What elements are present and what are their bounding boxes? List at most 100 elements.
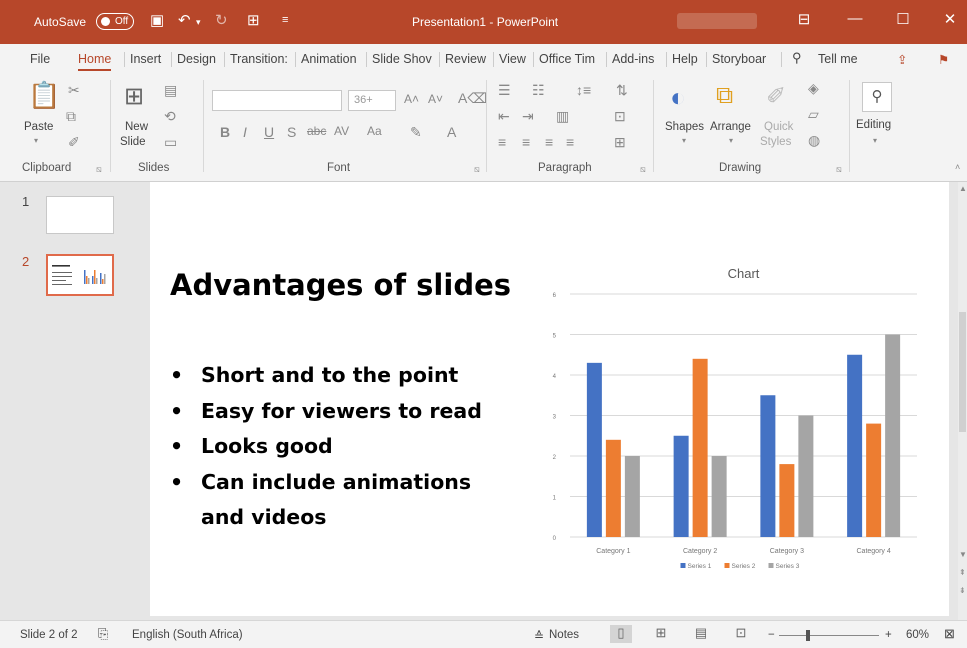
tab-file[interactable]: File: [30, 52, 50, 66]
shapes-icon[interactable]: ◐: [670, 82, 686, 113]
minimize-icon[interactable]: —: [845, 10, 865, 27]
font-size-input[interactable]: 36+: [348, 90, 396, 111]
tab-animations[interactable]: Animation: [301, 52, 357, 66]
tab-slide-show[interactable]: Slide Shov: [372, 52, 432, 66]
bullets-icon[interactable]: ☰: [498, 82, 511, 99]
scrollbar-thumb[interactable]: [959, 312, 966, 432]
tab-transitions[interactable]: Transition:: [230, 52, 288, 66]
shape-fill-icon[interactable]: ◈: [808, 80, 819, 97]
change-case-icon[interactable]: Aa: [367, 124, 382, 138]
text-direction-icon[interactable]: ⇅: [616, 82, 628, 99]
increase-font-icon[interactable]: A˄: [404, 92, 419, 106]
undo-icon[interactable]: ↶: [178, 11, 191, 29]
layout-icon[interactable]: ▤: [164, 82, 177, 99]
bar-chart[interactable]: Chart 0 1 2 3 4 5 6 Category 1 Category 2 Category…: [542, 260, 932, 590]
align-left-icon[interactable]: ≡: [498, 134, 506, 150]
cut-icon[interactable]: ✂: [68, 82, 80, 99]
fit-to-window-icon[interactable]: ⊠: [944, 626, 955, 642]
language-indicator[interactable]: English (South Africa): [132, 629, 243, 641]
new-slide-label-2[interactable]: Slide: [120, 135, 146, 149]
normal-view-icon[interactable]: ▯: [610, 625, 632, 643]
paragraph-dialog-launcher-icon[interactable]: ⧅: [640, 164, 646, 175]
section-icon[interactable]: ▭: [164, 134, 177, 151]
maximize-icon[interactable]: ☐: [893, 10, 913, 28]
arrange-dropdown-icon[interactable]: ▾: [729, 136, 733, 145]
tab-add-ins[interactable]: Add-ins: [612, 52, 654, 66]
tab-help[interactable]: Help: [672, 52, 698, 66]
close-icon[interactable]: ✕: [940, 10, 960, 28]
scroll-up-icon[interactable]: ▲: [959, 184, 967, 193]
line-spacing-icon[interactable]: ↕≡: [576, 82, 591, 98]
copy-icon[interactable]: ⧉: [66, 108, 76, 125]
quick-styles-label-2[interactable]: Styles: [760, 135, 791, 149]
font-dialog-launcher-icon[interactable]: ⧅: [474, 164, 480, 175]
autosave-toggle[interactable]: Off: [96, 13, 134, 30]
slide-thumbnail-1[interactable]: [46, 196, 114, 234]
increase-indent-icon[interactable]: ⇥: [522, 108, 534, 125]
customize-qat-icon[interactable]: ≡: [282, 14, 288, 26]
clipboard-dialog-launcher-icon[interactable]: ⧅: [96, 164, 102, 175]
shapes-dropdown-icon[interactable]: ▾: [682, 136, 686, 145]
tab-office-timeline[interactable]: Office Tim: [539, 52, 595, 66]
editing-button[interactable]: Editing: [856, 118, 891, 132]
quick-styles-label-1[interactable]: Quick: [764, 120, 793, 134]
font-color-icon[interactable]: A: [447, 124, 456, 140]
tell-me-search[interactable]: Tell me: [818, 52, 858, 66]
slide-title[interactable]: Advantages of slides: [170, 268, 511, 302]
tab-storyboard[interactable]: Storyboar: [712, 52, 766, 66]
align-center-icon[interactable]: ≡: [522, 134, 530, 150]
clear-formatting-icon[interactable]: A⌫: [458, 90, 487, 107]
slideshow-view-icon[interactable]: ⊡: [730, 625, 752, 643]
align-text-icon[interactable]: ⊡: [614, 108, 626, 125]
format-painter-icon[interactable]: ✐: [68, 134, 80, 151]
tab-view[interactable]: View: [499, 52, 526, 66]
font-name-input[interactable]: [212, 90, 342, 111]
paste-dropdown-icon[interactable]: ▾: [34, 136, 38, 145]
underline-icon[interactable]: U: [264, 124, 274, 140]
bullet-list[interactable]: Short and to the point Easy for viewers …: [170, 358, 500, 536]
highlight-icon[interactable]: ✎: [410, 124, 422, 141]
new-slide-label-1[interactable]: New: [125, 120, 148, 134]
reading-view-icon[interactable]: ▤: [690, 625, 712, 643]
slide-sorter-icon[interactable]: ⊞: [650, 625, 672, 643]
align-right-icon[interactable]: ≡: [545, 134, 553, 150]
clipboard-paste-icon[interactable]: 📋: [28, 80, 60, 111]
paste-button[interactable]: Paste: [24, 120, 53, 134]
scroll-down-icon[interactable]: ▼: [959, 550, 967, 559]
comments-icon[interactable]: ⚑: [938, 52, 949, 67]
reset-icon[interactable]: ⟲: [164, 108, 176, 125]
present-icon[interactable]: ⊞: [247, 11, 260, 29]
bold-icon[interactable]: B: [220, 124, 230, 140]
spell-check-icon[interactable]: ⎘: [98, 626, 108, 642]
italic-icon[interactable]: I: [243, 124, 247, 140]
decrease-font-icon[interactable]: A˅: [428, 92, 443, 106]
undo-dropdown-icon[interactable]: ▾: [196, 17, 201, 28]
smartart-icon[interactable]: ⊞: [614, 134, 626, 151]
strikethrough-icon[interactable]: abc: [307, 124, 326, 138]
vertical-scrollbar[interactable]: ▲ ▼ ⇞ ⇟: [958, 182, 967, 620]
decrease-indent-icon[interactable]: ⇤: [498, 108, 510, 125]
editing-dropdown-icon[interactable]: ▾: [873, 136, 877, 145]
notes-button[interactable]: Notes: [549, 629, 579, 641]
find-search-icon[interactable]: ⚲: [862, 82, 892, 112]
numbering-icon[interactable]: ☷: [532, 82, 545, 99]
zoom-out-icon[interactable]: −: [768, 629, 775, 641]
slide-thumbnail-2[interactable]: [46, 254, 114, 296]
slide[interactable]: Advantages of slides Short and to the po…: [150, 182, 949, 616]
shape-effects-icon[interactable]: ◍: [808, 132, 820, 149]
zoom-slider-track[interactable]: [779, 635, 879, 636]
shapes-button[interactable]: Shapes: [665, 120, 704, 134]
arrange-button[interactable]: Arrange: [710, 120, 751, 134]
lightbulb-search-icon[interactable]: ⚲: [792, 50, 802, 66]
user-account[interactable]: [677, 13, 757, 29]
next-slide-icon[interactable]: ⇟: [959, 586, 966, 595]
shape-outline-icon[interactable]: ▱: [808, 106, 819, 123]
tab-home[interactable]: Home: [78, 52, 112, 71]
character-spacing-icon[interactable]: AV: [334, 124, 349, 138]
zoom-level[interactable]: 60%: [906, 629, 929, 641]
save-icon[interactable]: ▣: [150, 11, 164, 29]
ribbon-display-icon[interactable]: ⊟: [794, 10, 814, 28]
redo-icon[interactable]: ↻: [215, 11, 228, 29]
quick-styles-icon[interactable]: ✐: [766, 82, 786, 111]
collapse-ribbon-icon[interactable]: ˄: [955, 162, 960, 172]
